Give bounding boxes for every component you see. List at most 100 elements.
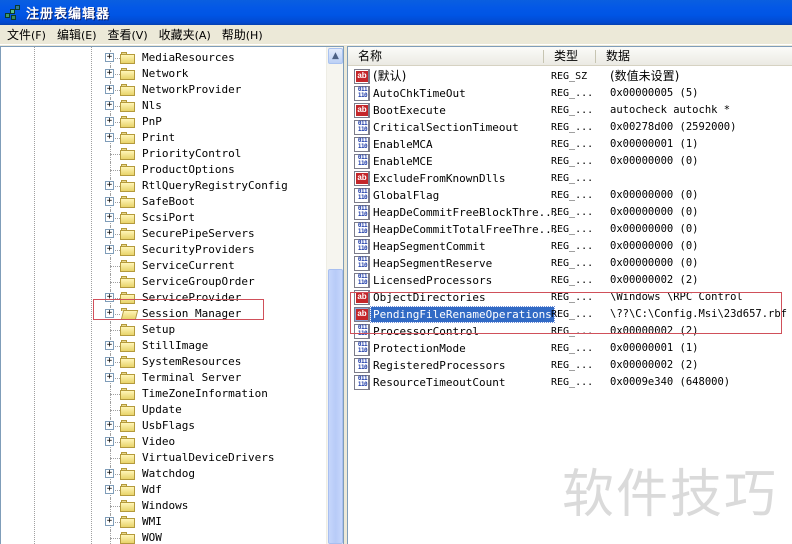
menu-item-3[interactable]: 收藏夹(A) — [154, 26, 217, 44]
column-header-data[interactable]: 数据 — [596, 47, 792, 66]
menu-item-2[interactable]: 查看(V) — [103, 26, 154, 44]
column-header-type[interactable]: 类型 — [544, 47, 596, 66]
tree-item[interactable]: + Print — [1, 130, 326, 146]
tree-item[interactable]: + Video — [1, 434, 326, 450]
value-data: 0x00000000 (0) — [610, 206, 699, 218]
expand-icon[interactable]: + — [105, 133, 114, 142]
value-name: CriticalSectionTimeout — [373, 121, 519, 134]
value-row[interactable]: 011 110 EnableMCE REG_... 0x00000000 (0) — [348, 153, 792, 170]
scroll-up-button[interactable]: ▲ — [328, 48, 343, 64]
tree-item[interactable]: Update — [1, 402, 326, 418]
expand-icon[interactable]: + — [105, 421, 114, 430]
value-row[interactable]: 011 110 GlobalFlag REG_... 0x00000000 (0) — [348, 187, 792, 204]
menu-item-0[interactable]: 文件(F) — [2, 26, 52, 44]
menu-item-4[interactable]: 帮助(H) — [217, 26, 269, 44]
tree-item[interactable]: VirtualDeviceDrivers — [1, 450, 326, 466]
tree-items: + MediaResources + Network + NetworkProvider +… — [1, 50, 326, 544]
column-header-name-label: 名称 — [358, 49, 383, 63]
expand-icon[interactable]: + — [105, 357, 114, 366]
key-tree-pane[interactable]: + MediaResources + Network + NetworkProvider +… — [0, 46, 344, 544]
value-row[interactable]: 011 110 EnableMCA REG_... 0x00000001 (1) — [348, 136, 792, 153]
tree-item[interactable]: WOW — [1, 530, 326, 544]
value-row[interactable]: 011 110 ResourceTimeoutCount REG_... 0x0009… — [348, 374, 792, 391]
tree-item[interactable]: + SystemResources — [1, 354, 326, 370]
registry-editor-icon — [4, 4, 21, 21]
tree-item[interactable]: + UsbFlags — [1, 418, 326, 434]
scroll-thumb[interactable] — [328, 269, 343, 544]
expand-icon[interactable]: + — [105, 101, 114, 110]
value-row[interactable]: 011 110 AutoChkTimeOut REG_... 0x00000005 (… — [348, 85, 792, 102]
folder-icon — [120, 388, 136, 401]
tree-item[interactable]: + StillImage — [1, 338, 326, 354]
tree-item[interactable]: + SecurePipeServers — [1, 226, 326, 242]
expand-icon[interactable]: + — [105, 53, 114, 62]
tree-item-label: Video — [142, 435, 176, 448]
value-row[interactable]: 011 110 HeapDeCommitFreeBlockThre... REG_.… — [348, 204, 792, 221]
value-row[interactable]: 011 110 ProtectionMode REG_... 0x00000001 (… — [348, 340, 792, 357]
value-type: REG_... — [551, 258, 594, 269]
binary-value-icon: 011 110 — [354, 256, 370, 271]
chevron-up-icon: ▲ — [332, 51, 339, 61]
value-name: HeapSegmentCommit — [373, 240, 486, 253]
column-header-name[interactable]: 名称 — [348, 47, 544, 66]
expand-icon[interactable]: + — [105, 373, 114, 382]
expand-icon[interactable]: + — [105, 85, 114, 94]
tree-item[interactable]: ProductOptions — [1, 162, 326, 178]
tree-item-label: NetworkProvider — [142, 83, 242, 96]
tree-item[interactable]: Windows — [1, 498, 326, 514]
folder-icon — [120, 260, 136, 273]
tree-item[interactable]: + PnP — [1, 114, 326, 130]
expand-icon[interactable]: + — [105, 485, 114, 494]
window-title: 注册表编辑器 — [26, 7, 111, 22]
tree-item[interactable]: + ScsiPort — [1, 210, 326, 226]
value-row[interactable]: 011 110 RegisteredProcessors REG_... 0x0000… — [348, 357, 792, 374]
expand-icon[interactable]: + — [105, 213, 114, 222]
tree-item[interactable]: + Nls — [1, 98, 326, 114]
value-name: EnableMCE — [373, 155, 433, 168]
value-row[interactable]: 011 110 LicensedProcessors REG_... 0x000000… — [348, 272, 792, 289]
tree-item[interactable]: + Wdf — [1, 482, 326, 498]
tree-item-label: VirtualDeviceDrivers — [142, 451, 275, 464]
menu-label: 查看 — [107, 27, 132, 42]
expand-icon[interactable]: + — [105, 437, 114, 446]
tree-item[interactable]: ServiceCurrent — [1, 258, 326, 274]
expand-icon[interactable]: + — [105, 245, 114, 254]
menu-item-1[interactable]: 编辑(E) — [52, 26, 103, 44]
value-type: REG_... — [551, 173, 594, 184]
expand-icon[interactable]: + — [105, 229, 114, 238]
value-row[interactable]: ab ExcludeFromKnownDlls REG_... — [348, 170, 792, 187]
value-row[interactable]: 011 110 CriticalSectionTimeout REG_... 0x00… — [348, 119, 792, 136]
tree-item[interactable]: + WMI — [1, 514, 326, 530]
tree-item[interactable]: ServiceGroupOrder — [1, 274, 326, 290]
expand-icon[interactable]: + — [105, 341, 114, 350]
expand-icon[interactable]: + — [105, 69, 114, 78]
value-row[interactable]: 011 110 HeapSegmentCommit REG_... 0x0000000… — [348, 238, 792, 255]
value-data: (数值未设置) — [610, 69, 680, 83]
expand-icon[interactable]: + — [105, 469, 114, 478]
tree-item[interactable]: + Terminal Server — [1, 370, 326, 386]
tree-item-label: PnP — [142, 115, 162, 128]
tree-item[interactable]: + Network — [1, 66, 326, 82]
expand-icon[interactable]: + — [105, 197, 114, 206]
value-type: REG_... — [551, 88, 594, 99]
tree-vertical-scrollbar[interactable]: ▲ — [326, 47, 343, 544]
value-row[interactable]: 011 110 HeapSegmentReserve REG_... 0x000000… — [348, 255, 792, 272]
value-type: REG_... — [551, 241, 594, 252]
value-row[interactable]: ab BootExecute REG_... autocheck autochk * — [348, 102, 792, 119]
expand-icon[interactable]: + — [105, 117, 114, 126]
value-type: REG_... — [551, 377, 594, 388]
tree-item[interactable]: Setup — [1, 322, 326, 338]
tree-item[interactable]: TimeZoneInformation — [1, 386, 326, 402]
tree-item[interactable]: + NetworkProvider — [1, 82, 326, 98]
value-row[interactable]: 011 110 HeapDeCommitTotalFreeThre... REG_.… — [348, 221, 792, 238]
tree-item[interactable]: + Watchdog — [1, 466, 326, 482]
tree-item[interactable]: + SafeBoot — [1, 194, 326, 210]
expand-icon[interactable]: + — [105, 517, 114, 526]
tree-item[interactable]: + RtlQueryRegistryConfig — [1, 178, 326, 194]
tree-item[interactable]: + MediaResources — [1, 50, 326, 66]
tree-item[interactable]: PriorityControl — [1, 146, 326, 162]
tree-item[interactable]: + SecurityProviders — [1, 242, 326, 258]
expand-icon[interactable]: + — [105, 181, 114, 190]
value-name: BootExecute — [373, 104, 446, 117]
value-row[interactable]: ab (默认) REG_SZ (数值未设置) — [348, 68, 792, 85]
